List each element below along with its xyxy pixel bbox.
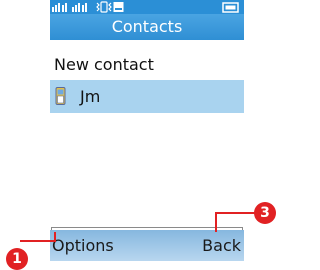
vibrate-icon xyxy=(96,1,112,13)
list-item[interactable]: Jm xyxy=(50,80,244,113)
callout-1-line xyxy=(20,240,56,242)
callout-1-badge: 1 xyxy=(6,248,28,270)
softkey-bar: Options Back xyxy=(50,230,244,261)
contact-list: New contact Jm abc xyxy=(50,40,244,261)
signal-2-icon xyxy=(72,3,87,12)
contact-name: Jm xyxy=(80,87,101,106)
contact-phone-icon xyxy=(55,87,66,105)
status-bar xyxy=(50,0,244,14)
page-title: Contacts xyxy=(50,14,244,40)
battery-icon xyxy=(222,2,239,13)
options-button[interactable]: Options xyxy=(52,230,114,261)
callout-1-line xyxy=(54,232,56,242)
callout-3-line xyxy=(215,212,217,232)
callout-3-line xyxy=(215,212,259,214)
new-contact-label: New contact xyxy=(54,55,154,74)
new-contact-item[interactable]: New contact xyxy=(50,48,244,81)
message-icon xyxy=(113,2,124,12)
back-button[interactable]: Back xyxy=(202,230,241,261)
signal-1-icon xyxy=(52,3,67,12)
callout-3-badge: 3 xyxy=(254,202,276,224)
